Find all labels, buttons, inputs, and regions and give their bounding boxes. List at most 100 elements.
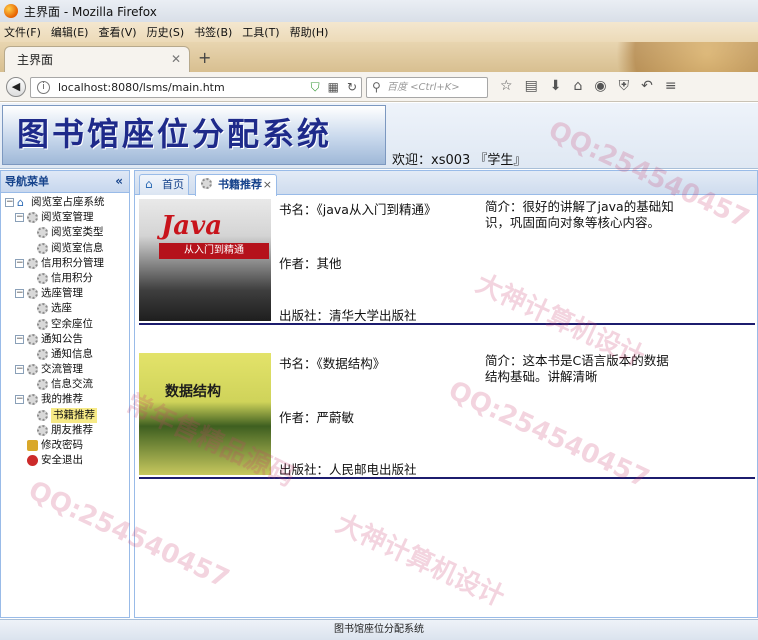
- tab-home-label: 首页: [162, 178, 184, 191]
- menu-edit[interactable]: 编辑(E): [51, 24, 89, 40]
- book-author: 作者：严蔚敏: [279, 410, 355, 425]
- tree-toggle-icon[interactable]: −: [15, 395, 24, 405]
- book-cover-java: Java 从入门到精通: [139, 199, 271, 321]
- tree-toggle-icon[interactable]: −: [15, 258, 24, 268]
- sidebar-item[interactable]: 信息交流: [1, 377, 129, 392]
- footer-text: 图书馆座位分配系统: [334, 624, 424, 635]
- new-tab-icon[interactable]: +: [198, 48, 211, 67]
- book-item: Java 从入门到精通 书名：《java从入门到精通》 作者：其他 出版社：清华…: [139, 197, 755, 325]
- reload-icon[interactable]: ↻: [347, 80, 357, 95]
- sidebar-item-label: 信用积分: [51, 271, 93, 284]
- sidebar-item[interactable]: − 信用积分管理: [1, 256, 129, 271]
- home-icon[interactable]: ⌂: [574, 78, 583, 94]
- address-bar[interactable]: i localhost:8080/lsms/main.htm ⛉ ▦ ↻: [30, 77, 362, 98]
- gear-icon: [37, 348, 48, 360]
- menu-history[interactable]: 历史(S): [147, 24, 185, 40]
- menu-icon[interactable]: ≡: [665, 78, 677, 94]
- pocket-icon[interactable]: ◉: [594, 78, 606, 94]
- back-icon[interactable]: ◀: [6, 77, 26, 97]
- tree-toggle-icon[interactable]: −: [15, 213, 24, 223]
- shield-icon[interactable]: ⛉: [311, 80, 320, 95]
- sidebar-item[interactable]: 朋友推荐: [1, 423, 129, 438]
- qr-code-icon[interactable]: ▦: [328, 80, 339, 95]
- close-tab-icon[interactable]: ✕: [171, 52, 181, 66]
- sidebar-item[interactable]: − 交流管理: [1, 362, 129, 377]
- sidebar-item[interactable]: − 阅览室管理: [1, 210, 129, 225]
- tab-book-recommend[interactable]: 书籍推荐 ×: [195, 174, 277, 196]
- sidebar-item-label: 修改密码: [41, 439, 83, 451]
- book-publisher: 出版社：清华大学出版社: [279, 308, 417, 323]
- sidebar-item[interactable]: 修改密码: [1, 438, 129, 453]
- sidebar-item-label: 通知信息: [51, 347, 93, 360]
- nav-tree: − ⌂ 阅览室占座系统 − 阅览室管理 阅览室类型 阅览室信息 − 信用积分管理 信用积分 − 选座管…: [1, 193, 129, 468]
- sidebar-title: 导航菜单: [5, 175, 49, 188]
- menu-file[interactable]: 文件(F): [4, 24, 41, 40]
- download-icon[interactable]: ⬇: [550, 78, 562, 94]
- menu-bookmarks[interactable]: 书签(B): [194, 24, 232, 40]
- theme-decoration: [588, 42, 758, 72]
- tree-toggle-icon[interactable]: −: [15, 289, 24, 299]
- power-icon: [27, 455, 38, 467]
- tree-toggle-icon[interactable]: −: [15, 334, 24, 344]
- sidebar-item[interactable]: − 选座管理: [1, 286, 129, 301]
- bookmark-star-icon[interactable]: ☆: [500, 78, 513, 94]
- home-icon: ⌂: [145, 177, 153, 191]
- book-publisher: 出版社：人民邮电出版社: [279, 462, 417, 477]
- sidebar-item[interactable]: − 通知公告: [1, 332, 129, 347]
- tab-book-recommend-label: 书籍推荐: [218, 178, 262, 191]
- menu-help[interactable]: 帮助(H): [290, 24, 329, 40]
- sidebar-item[interactable]: 空余座位: [1, 317, 129, 332]
- sidebar-item[interactable]: 安全退出: [1, 453, 129, 468]
- url-text: localhost:8080/lsms/main.htm: [58, 81, 225, 94]
- sidebar-item-label: 安全退出: [41, 454, 83, 467]
- shield-toolbar-icon[interactable]: ⛨: [619, 78, 630, 94]
- window-titlebar: 主界面 - Mozilla Firefox: [0, 0, 758, 22]
- gear-icon: [27, 257, 38, 269]
- sidebar-item-label: 空余座位: [51, 317, 93, 330]
- browser-tabbar: 主界面 ✕ +: [0, 42, 758, 72]
- book-author: 作者：其他: [279, 256, 342, 271]
- undo-icon[interactable]: ↶: [641, 78, 653, 94]
- reader-icon[interactable]: ▤: [525, 78, 538, 94]
- cover-subtitle: 从入门到精通: [159, 243, 269, 259]
- close-tab-icon[interactable]: ×: [263, 175, 272, 194]
- search-input[interactable]: ⚲ 百度 <Ctrl+K>: [366, 77, 488, 98]
- firefox-icon: [4, 4, 18, 18]
- gear-icon: [27, 288, 38, 300]
- search-icon: ⚲: [372, 80, 381, 94]
- sidebar-item[interactable]: − ⌂ 阅览室占座系统: [1, 195, 129, 210]
- home-icon: ⌂: [17, 196, 24, 209]
- tree-toggle-icon[interactable]: −: [5, 198, 14, 207]
- sidebar-item-label: 朋友推荐: [51, 423, 93, 436]
- gear-icon: [27, 364, 38, 376]
- collapse-icon[interactable]: «: [115, 171, 123, 192]
- sidebar-item[interactable]: 选座: [1, 301, 129, 316]
- gear-icon: [27, 333, 38, 345]
- book-intro: 简介：很好的讲解了java的基础知识，巩固面向对象等核心内容。: [485, 199, 674, 230]
- footer: 图书馆座位分配系统: [0, 619, 758, 640]
- book-name: 书名：《java从入门到精通》: [279, 202, 437, 217]
- sidebar-item-label: 信用积分管理: [41, 256, 104, 269]
- sidebar-item-label: 选座管理: [41, 287, 83, 300]
- book-name: 书名：《数据结构》: [279, 356, 386, 371]
- browser-menubar: 文件(F) 编辑(E) 查看(V) 历史(S) 书签(B) 工具(T) 帮助(H…: [0, 22, 758, 42]
- book-cover-datastructure: 数据结构: [139, 353, 271, 475]
- tree-toggle-icon[interactable]: −: [15, 365, 24, 375]
- gear-icon: [37, 227, 48, 239]
- cover-title: 数据结构: [165, 384, 221, 400]
- sidebar-item[interactable]: − 我的推荐: [1, 392, 129, 407]
- sidebar-item[interactable]: 阅览室类型: [1, 225, 129, 240]
- window-title: 主界面 - Mozilla Firefox: [24, 4, 157, 19]
- info-icon[interactable]: i: [37, 81, 50, 94]
- sidebar-item-label: 阅览室信息: [51, 241, 104, 254]
- sidebar-item[interactable]: 书籍推荐: [1, 407, 129, 423]
- tab-home[interactable]: ⌂ 首页: [139, 174, 189, 195]
- menu-view[interactable]: 查看(V): [98, 24, 136, 40]
- sidebar-item[interactable]: 信用积分: [1, 271, 129, 286]
- browser-navbar: ◀ i localhost:8080/lsms/main.htm ⛉ ▦ ↻ ⚲…: [0, 72, 758, 102]
- gear-icon: [37, 379, 48, 391]
- sidebar-item[interactable]: 阅览室信息: [1, 241, 129, 256]
- menu-tools[interactable]: 工具(T): [242, 24, 279, 40]
- browser-tab[interactable]: 主界面 ✕: [4, 46, 190, 72]
- sidebar-item[interactable]: 通知信息: [1, 347, 129, 362]
